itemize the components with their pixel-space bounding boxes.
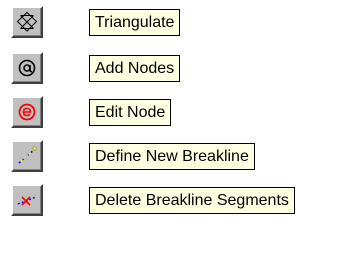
edit-node-icon — [18, 103, 36, 121]
add-nodes-button[interactable] — [11, 52, 43, 84]
define-breakline-icon — [18, 146, 37, 164]
tool-row-add-nodes: Add Nodes — [0, 44, 356, 88]
tool-row-define-breakline: Define New Breakline — [0, 132, 356, 176]
tool-row-triangulate: Triangulate — [0, 0, 356, 42]
tooltip-edit-node: Edit Node — [89, 99, 172, 126]
tooltip-define-breakline: Define New Breakline — [89, 143, 255, 170]
tool-row-edit-node: Edit Node — [0, 88, 356, 132]
edit-node-button[interactable] — [11, 96, 43, 128]
tooltip-delete-breakline-segments: Delete Breakline Segments — [89, 187, 295, 214]
tooltip-triangulate: Triangulate — [89, 9, 181, 36]
delete-breakline-segments-icon — [17, 196, 37, 206]
tool-row-delete-breakline-segments: Delete Breakline Segments — [0, 176, 356, 220]
delete-breakline-segments-button[interactable] — [11, 184, 43, 216]
add-nodes-icon — [18, 59, 36, 77]
tooltip-add-nodes: Add Nodes — [89, 55, 181, 82]
triangulate-button[interactable] — [11, 6, 43, 38]
define-breakline-button[interactable] — [11, 140, 43, 172]
triangulate-icon — [16, 11, 38, 32]
